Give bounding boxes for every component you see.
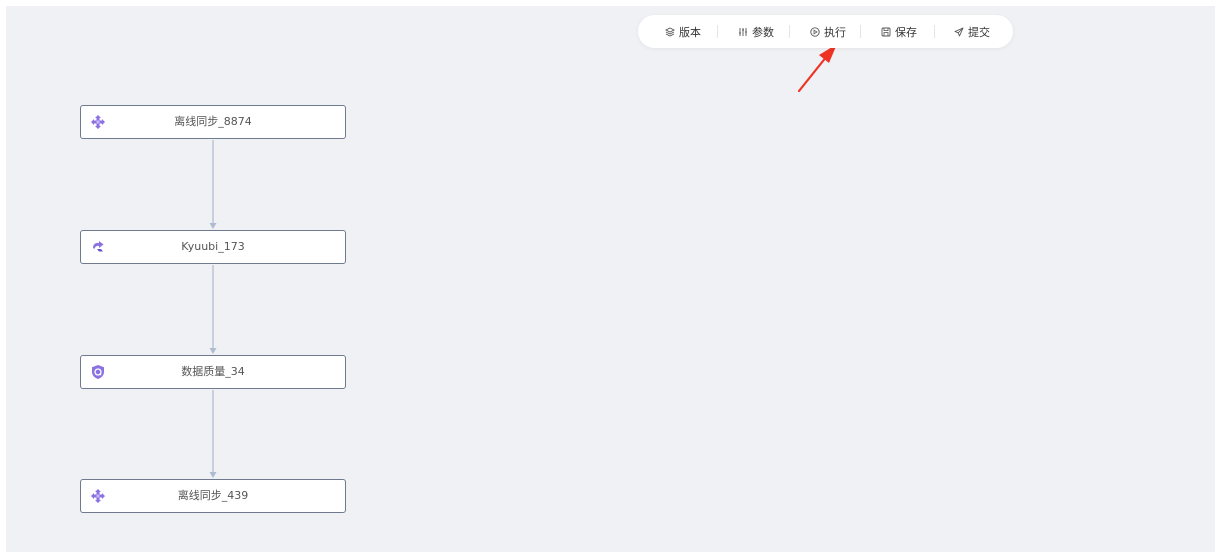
run-label: 执行 — [824, 25, 846, 39]
toolbar-divider — [860, 25, 861, 38]
node-label: 离线同步_439 — [177, 489, 249, 502]
node-label: Kyuubi_173 — [181, 240, 245, 253]
workflow-node-data-quality-34[interactable]: 数据质量_34 — [80, 355, 346, 389]
workflow-node-offline-sync-8874[interactable]: 离线同步_8874 — [80, 105, 346, 139]
toolbar-divider — [789, 25, 790, 38]
params-button[interactable]: 参数 — [738, 15, 774, 48]
run-button[interactable]: 执行 — [810, 15, 846, 48]
workflow-toolbar: 版本 参数 执行 保存 提交 — [638, 15, 1013, 48]
save-label: 保存 — [895, 25, 917, 39]
node-label: 数据质量_34 — [181, 365, 245, 378]
version-button[interactable]: 版本 — [665, 15, 701, 48]
sliders-icon — [738, 27, 748, 37]
save-icon — [881, 27, 891, 37]
layers-icon — [665, 26, 675, 37]
play-circle-icon — [810, 26, 820, 37]
toolbar-divider — [934, 25, 935, 38]
save-button[interactable]: 保存 — [881, 15, 917, 48]
workflow-canvas[interactable] — [6, 6, 1215, 552]
workflow-node-kyuubi-173[interactable]: Kyuubi_173 — [80, 230, 346, 264]
version-label: 版本 — [679, 25, 701, 39]
send-icon — [954, 27, 964, 37]
params-label: 参数 — [752, 25, 774, 39]
node-label: 离线同步_8874 — [174, 115, 252, 128]
submit-button[interactable]: 提交 — [954, 15, 990, 48]
toolbar-divider — [717, 25, 718, 38]
workflow-node-offline-sync-439[interactable]: 离线同步_439 — [80, 479, 346, 513]
submit-label: 提交 — [968, 25, 990, 39]
